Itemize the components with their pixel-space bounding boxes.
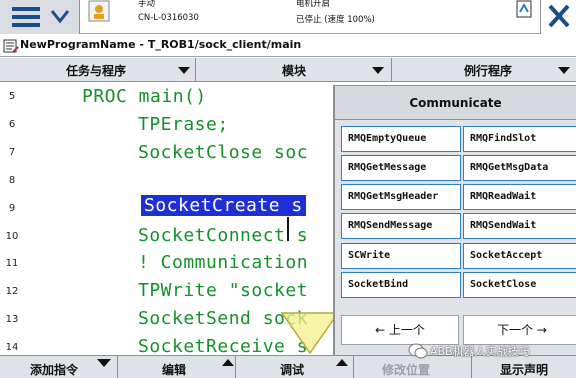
code-line[interactable]: TPErase;	[138, 114, 229, 135]
robot-status-icon	[88, 0, 110, 22]
instr-button-scwrite[interactable]: SCWrite	[341, 243, 461, 269]
line-number: 9	[8, 203, 16, 214]
program-state: 已停止 (速度 100%)	[296, 15, 375, 25]
debug-button[interactable]: 调试	[236, 356, 354, 378]
toolbar-label: 显示声明	[500, 363, 549, 377]
toolbar-label: 修改位置	[382, 363, 431, 377]
selected-code-line[interactable]: SocketCreate s	[141, 195, 306, 216]
touch-pointer-icon	[280, 312, 340, 355]
popup-arrow-icon	[336, 359, 348, 366]
line-number: 5	[8, 91, 16, 102]
close-button[interactable]	[540, 0, 576, 34]
dropdown-arrow-icon	[178, 67, 190, 74]
tab-label: 例行程序	[464, 64, 513, 78]
hamburger-icon-bar	[12, 15, 40, 19]
previous-page-button[interactable]: ← 上一个	[341, 315, 459, 345]
instr-button-rmqemptyqueue[interactable]: RMQEmptyQueue	[341, 126, 461, 152]
instr-button-rmqgetmsgdata[interactable]: RMQGetMsgData	[463, 155, 576, 181]
line-number: 11	[5, 258, 19, 269]
line-number: 12	[5, 286, 19, 297]
line-number: 8	[8, 175, 16, 186]
instr-button-rmqfindslot[interactable]: RMQFindSlot	[463, 126, 576, 152]
code-line[interactable]: PROC main()	[82, 86, 207, 107]
code-line[interactable]: SocketClose soc	[138, 142, 308, 163]
tab-modules[interactable]: 模块	[196, 58, 392, 82]
hamburger-icon-bar	[12, 23, 40, 27]
instr-button-socketbind[interactable]: SocketBind	[341, 272, 461, 298]
tab-label: 模块	[282, 64, 307, 78]
instr-button-socketaccept[interactable]: SocketAccept	[463, 243, 576, 269]
controller-name: CN-L-0316030	[138, 13, 199, 23]
main-menu-button[interactable]	[0, 0, 80, 34]
popup-arrow-icon	[222, 359, 234, 366]
tab-label: 任务与程序	[66, 64, 127, 78]
toolbar-label: 调试	[280, 363, 305, 377]
code-line[interactable]: SocketConnect s	[138, 225, 308, 246]
tab-routines[interactable]: 例行程序	[392, 58, 576, 82]
breadcrumb: NewProgramName - T_ROB1/sock_client/main	[0, 35, 576, 57]
line-number: 13	[5, 314, 19, 325]
line-number: 7	[8, 147, 16, 158]
panel-title: Communicate	[335, 86, 576, 120]
show-declaration-button[interactable]: 显示声明	[472, 356, 576, 378]
toolbar-label: 编辑	[162, 363, 187, 377]
line-number: 14	[5, 342, 19, 353]
dropdown-arrow-icon	[558, 67, 570, 74]
line-number: 10	[5, 231, 19, 242]
program-editor-icon	[3, 39, 19, 53]
motor-state: 电机开启	[296, 0, 331, 9]
dropdown-arrow-icon	[372, 67, 384, 74]
chevron-down-icon	[50, 10, 70, 24]
instr-button-rmqsendwait[interactable]: RMQSendWait	[463, 213, 576, 239]
top-status-bar: 手动 CN-L-0316030 电机开启 已停止 (速度 100%)	[0, 0, 576, 34]
toolbar-label: 添加指令	[30, 363, 79, 377]
hamburger-icon-bar	[12, 7, 40, 11]
code-line[interactable]: TPWrite "socket	[138, 280, 308, 301]
text-cursor	[287, 217, 289, 241]
edit-button[interactable]: 编辑	[118, 356, 236, 378]
watermark-text: ABB机器人实战技巧	[430, 345, 530, 358]
instr-button-rmqgetmessage[interactable]: RMQGetMessage	[341, 155, 461, 181]
close-icon	[548, 4, 570, 28]
instr-button-rmqsendmessage[interactable]: RMQSendMessage	[341, 213, 461, 239]
instr-button-rmqgetmsgheader[interactable]: RMQGetMsgHeader	[341, 184, 461, 210]
tab-tasks-and-programs[interactable]: 任务与程序	[0, 58, 196, 82]
editor-tab-row: 任务与程序 模块 例行程序	[0, 58, 576, 82]
next-page-button[interactable]: 下一个 →	[463, 315, 576, 345]
line-number-gutter: 5 6 7 8 9 10 11 12 13 14	[0, 83, 24, 355]
add-instruction-button[interactable]: 添加指令	[0, 356, 118, 378]
document-icon[interactable]	[516, 0, 532, 18]
dropdown-arrow-icon	[97, 359, 111, 367]
code-line[interactable]: ! Communication	[138, 252, 308, 273]
instr-button-rmqreadwait[interactable]: RMQReadWait	[463, 184, 576, 210]
operation-mode: 手动	[138, 0, 156, 9]
breadcrumb-path: NewProgramName - T_ROB1/sock_client/main	[20, 38, 302, 51]
communicate-instruction-panel: Communicate RMQEmptyQueue RMQFindSlot RM…	[333, 85, 576, 355]
chat-bubble-icon	[408, 343, 428, 359]
instr-button-socketclose[interactable]: SocketClose	[463, 272, 576, 298]
line-number: 6	[8, 119, 16, 130]
